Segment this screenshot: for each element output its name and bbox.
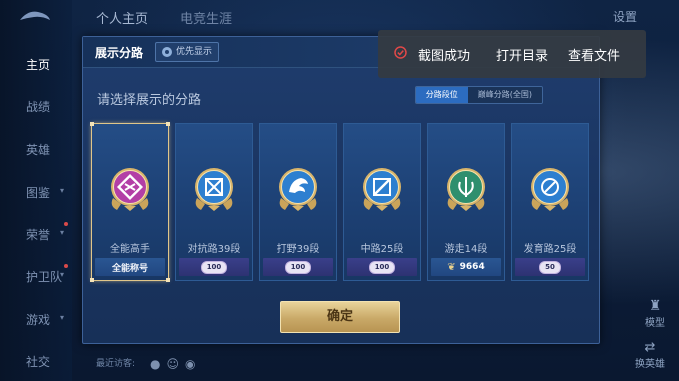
nav-item-5[interactable]: 护卫队 ▾ — [0, 264, 72, 285]
score-pill: 100 — [284, 260, 312, 274]
score-pill: 100 — [200, 260, 228, 274]
settings-link[interactable]: 设置 — [613, 8, 637, 25]
wing-icon: ❦ — [447, 261, 456, 273]
lane-card[interactable]: 游走14段 ❦ 9664 — [427, 123, 505, 281]
score-pill: 100 — [368, 260, 396, 274]
selection-corner — [166, 278, 170, 282]
lane-cards: 全能高手 全能称号 对抗路39段 100 打野39段 100 中路25段 100 游走14段 ❦ 9… — [90, 122, 589, 282]
dialog-prompt: 请选择展示的分路 — [97, 93, 202, 108]
nav-item-label: 社交 — [26, 355, 51, 369]
lane-card-label: 全能高手 — [110, 244, 150, 255]
view-file-link[interactable]: 查看文件 — [568, 45, 620, 64]
chevron-down-icon: ▾ — [59, 270, 64, 279]
lane-card[interactable]: 打野39段 100 — [259, 123, 337, 281]
nav-item-label: 图鉴 — [26, 186, 51, 200]
toast-message: 截图成功 — [418, 49, 471, 64]
gear-icon — [162, 47, 172, 57]
open-directory-link[interactable]: 打开目录 — [496, 45, 548, 64]
peak-score-badge: ❦ 9664 — [431, 258, 501, 276]
title-badge: 全能称号 — [95, 258, 165, 276]
mid-lane-icon — [359, 162, 405, 214]
priority-display-button[interactable]: 优先显示 — [155, 42, 220, 62]
model-button[interactable]: ♜ 模型 — [645, 298, 665, 329]
selection-corner — [166, 122, 170, 126]
screenshot-toast: 截图成功 打开目录 查看文件 — [378, 30, 646, 78]
lane-card-label: 对抗路39段 — [187, 244, 241, 255]
score-badge: 100 — [179, 258, 249, 276]
roam-icon — [443, 162, 489, 214]
nav-item-label: 荣誉 — [26, 228, 51, 242]
model-label: 模型 — [645, 318, 665, 329]
dialog-title: 展示分路 — [95, 46, 144, 60]
nav-item-label: 战绩 — [26, 100, 51, 114]
game-logo — [18, 8, 52, 24]
lane-card[interactable]: 全能高手 全能称号 — [90, 122, 170, 282]
lane-card[interactable]: 中路25段 100 — [343, 123, 421, 281]
title-badge-text: 全能称号 — [111, 263, 148, 274]
change-hero-label: 换英雄 — [635, 359, 665, 370]
clash-lane-icon — [191, 162, 237, 214]
tab-profile[interactable]: 个人主页 — [96, 8, 148, 27]
nav-item-label: 护卫队 — [26, 270, 63, 284]
allrounder-icon — [107, 162, 153, 214]
selection-corner — [90, 122, 94, 126]
score-badge: 50 — [515, 258, 585, 276]
nav-item-4[interactable]: 荣誉 ▾ — [0, 222, 72, 243]
confirm-button[interactable]: 确定 — [280, 301, 400, 333]
check-circle-icon — [394, 46, 407, 59]
selection-corner — [90, 278, 94, 282]
notification-dot — [64, 264, 68, 268]
nav-item-label: 英雄 — [26, 143, 51, 157]
change-hero-button[interactable]: ⇄ 换英雄 — [635, 340, 665, 370]
lane-card[interactable]: 发育路25段 50 — [511, 123, 589, 281]
chevron-down-icon: ▾ — [59, 313, 64, 322]
chat-bubble-icon[interactable]: ● — [150, 357, 166, 371]
nav-item-6[interactable]: 游戏 ▾ — [0, 311, 72, 328]
segment-lane-rank[interactable]: 分路段位 — [415, 87, 468, 103]
emoji-icon[interactable]: ☺ — [166, 357, 185, 371]
nav-item-1[interactable]: 战绩 — [0, 98, 72, 115]
lane-display-dialog: 展示分路 优先显示 请选择展示的分路 分路段位 巅峰分路(全国) 全能高手全能称… — [82, 36, 600, 344]
lane-card[interactable]: 对抗路39段 100 — [175, 123, 253, 281]
lane-card-label: 中路25段 — [360, 244, 404, 255]
voice-icon[interactable]: ◉ — [185, 357, 201, 371]
recent-visitors-label: 最近访客: — [96, 359, 136, 369]
nav-item-label: 主页 — [26, 58, 51, 72]
nav-item-3[interactable]: 图鉴 ▾ — [0, 184, 72, 201]
nav-item-2[interactable]: 英雄 — [0, 141, 72, 158]
chevron-down-icon: ▾ — [59, 186, 64, 195]
model-icon: ♜ — [648, 298, 662, 314]
chevron-down-icon: ▾ — [59, 228, 64, 237]
segment-control: 分路段位 巅峰分路(全国) — [414, 86, 543, 104]
lane-card-label: 打野39段 — [276, 244, 320, 255]
score-badge: 100 — [347, 258, 417, 276]
nav-item-7[interactable]: 社交 — [0, 353, 72, 370]
score-pill: 50 — [539, 260, 561, 274]
farm-lane-icon — [527, 162, 573, 214]
jungle-icon — [275, 162, 321, 214]
lane-card-label: 游走14段 — [444, 244, 488, 255]
lane-card-label: 发育路25段 — [523, 244, 577, 255]
segment-peak-lane[interactable]: 巅峰分路(全国) — [467, 87, 542, 103]
swap-icon: ⇄ — [644, 340, 656, 355]
chat-icons: ●☺◉ — [150, 357, 201, 371]
notification-dot — [64, 222, 68, 226]
peak-score-text: 9664 — [459, 262, 485, 272]
tab-esports[interactable]: 电竞生涯 — [180, 8, 232, 27]
nav-item-label: 游戏 — [26, 313, 51, 327]
nav-item-0[interactable]: 主页 — [0, 56, 72, 73]
priority-display-label: 优先显示 — [176, 47, 213, 57]
score-badge: 100 — [263, 258, 333, 276]
